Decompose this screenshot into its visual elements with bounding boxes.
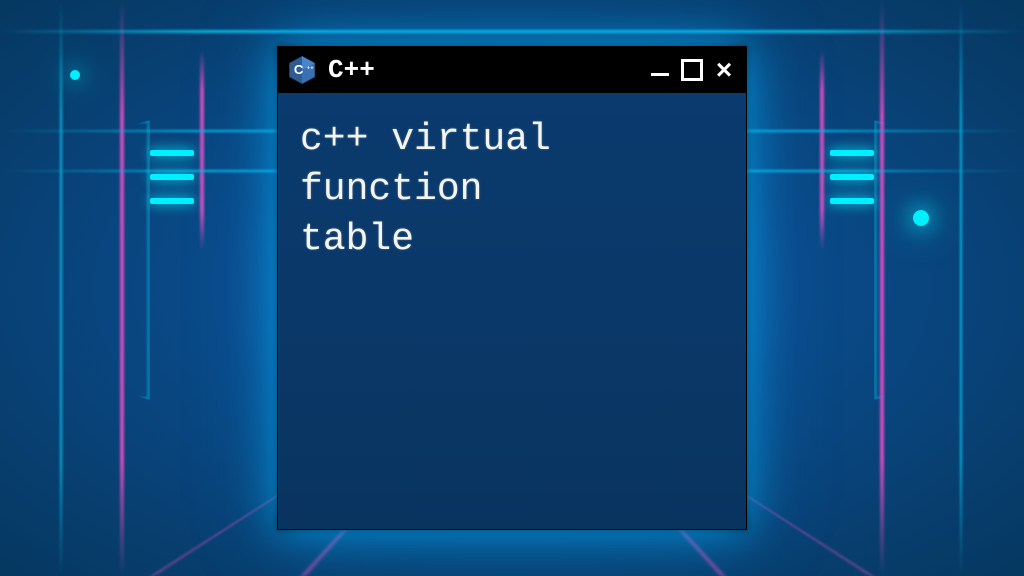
neon-dot (913, 210, 929, 226)
hex-shape-left (0, 120, 150, 400)
minimize-button[interactable] (648, 58, 672, 82)
neon-dot (70, 70, 80, 80)
maximize-button[interactable] (680, 58, 704, 82)
svg-text:C: C (294, 62, 304, 77)
svg-text:+: + (310, 65, 313, 71)
svg-text:+: + (307, 65, 310, 71)
window-title: C++ (328, 55, 638, 85)
terminal-content-text: c++ virtual function table (300, 115, 724, 265)
close-button[interactable]: × (712, 58, 736, 82)
terminal-window: C + + C++ × c++ virtual function table (277, 46, 747, 530)
hex-shape-right (874, 120, 1024, 400)
terminal-body[interactable]: c++ virtual function table (278, 93, 746, 529)
window-controls: × (648, 58, 736, 82)
dash-group-right (830, 150, 874, 204)
cpp-hexagon-icon: C + + (286, 54, 318, 86)
title-bar[interactable]: C + + C++ × (278, 47, 746, 93)
dash-group-left (150, 150, 194, 204)
